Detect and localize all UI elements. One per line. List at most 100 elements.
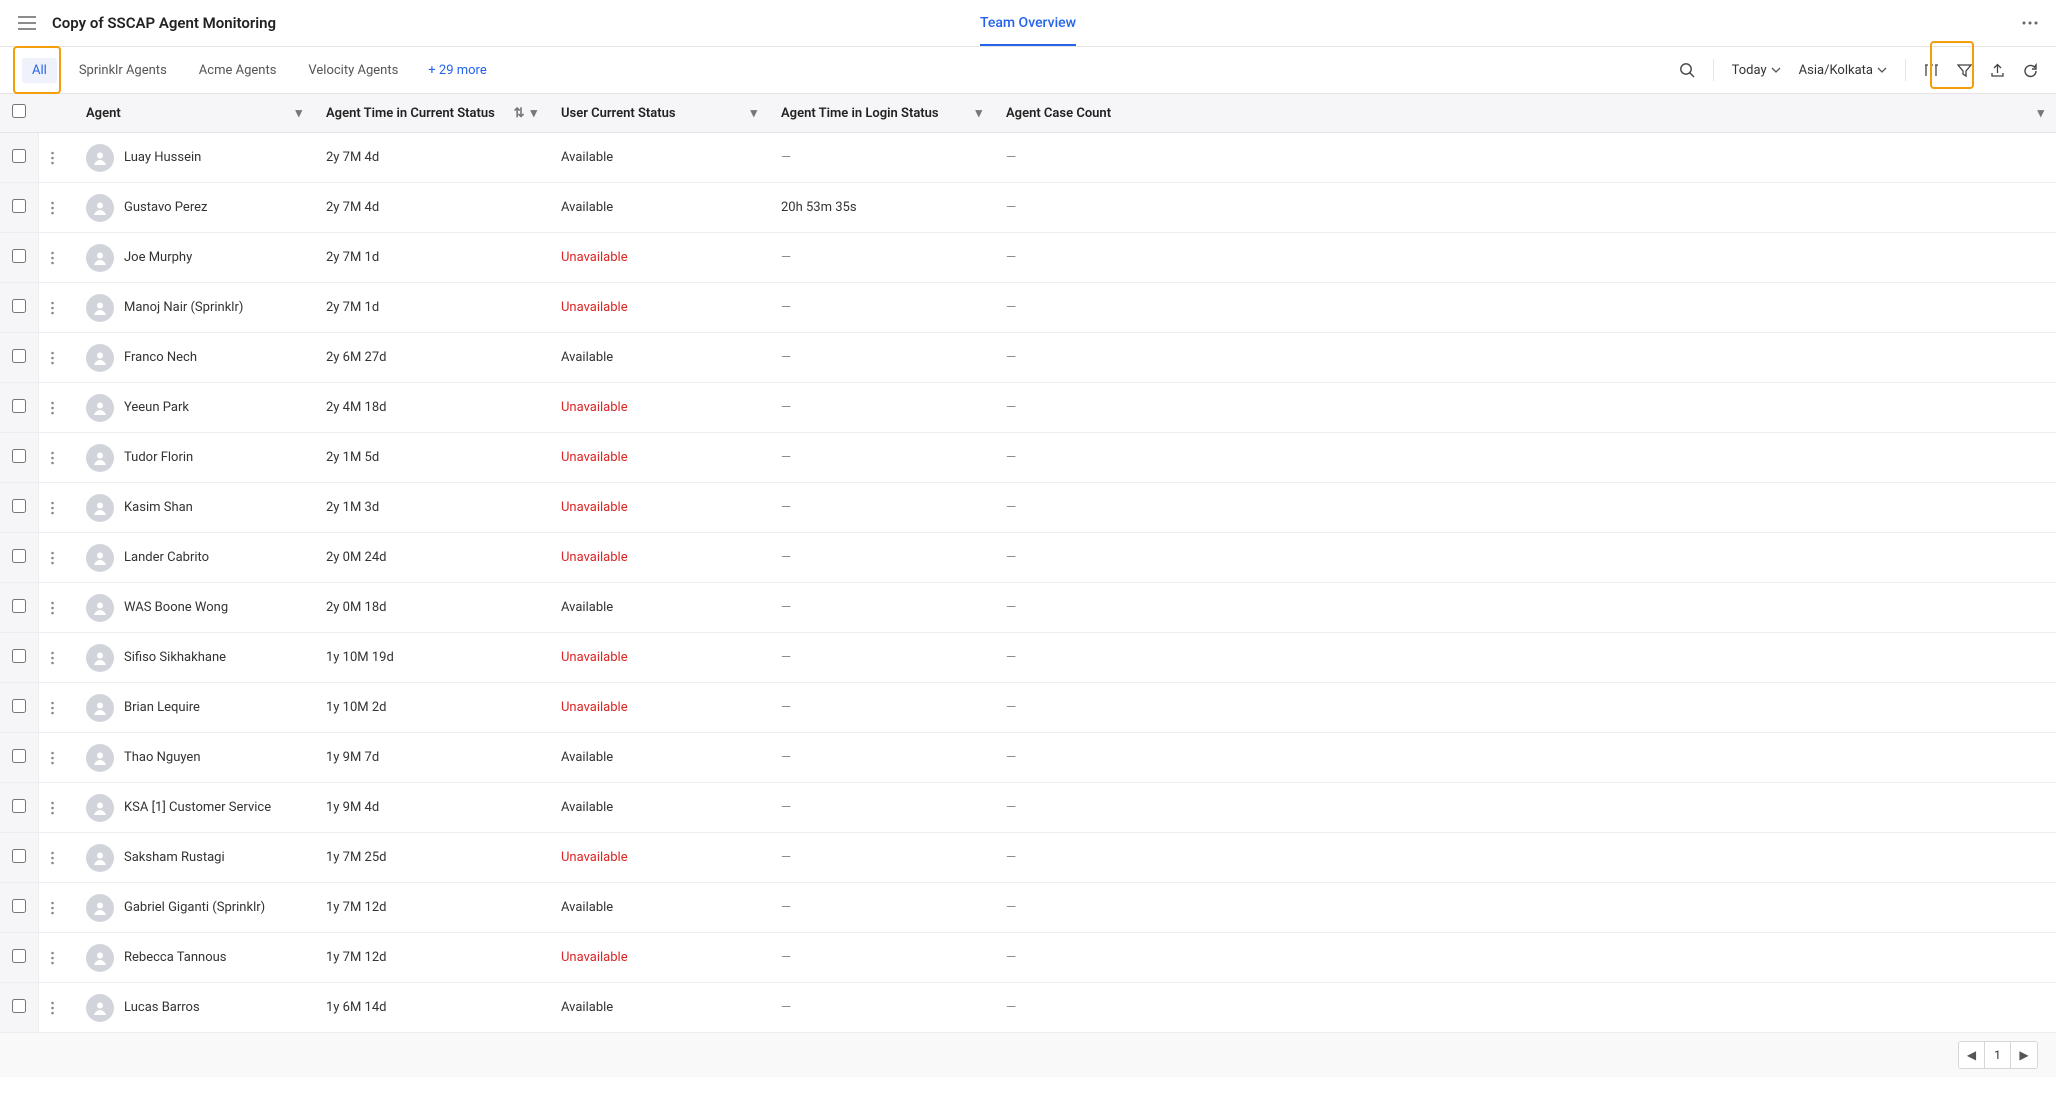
agent-name: Tudor Florin [124,450,193,465]
header-user-status[interactable]: User Current Status ▾ [549,94,769,133]
row-checkbox[interactable] [12,249,26,263]
header-login-status[interactable]: Agent Time in Login Status ▾ [769,94,994,133]
time-in-status: 2y 4M 18d [326,400,387,415]
header-actions [38,94,74,133]
row-actions-icon[interactable] [38,683,74,733]
row-actions-icon[interactable] [38,533,74,583]
export-icon[interactable] [1990,63,2005,78]
table-row[interactable]: Brian Lequire 1y 10M 2d Unavailable — — [0,683,2056,733]
header-agent[interactable]: Agent ▾ [74,94,314,133]
table-row[interactable]: Saksham Rustagi 1y 7M 25d Unavailable — … [0,833,2056,883]
row-checkbox[interactable] [12,349,26,363]
case-count: — [1006,700,1016,715]
table-row[interactable]: Thao Nguyen 1y 9M 7d Available — — [0,733,2056,783]
search-icon[interactable] [1679,62,1695,78]
more-menu-icon[interactable] [2022,21,2038,25]
filter-tab-velocity[interactable]: Velocity Agents [298,58,408,83]
row-checkbox[interactable] [12,399,26,413]
row-actions-icon[interactable] [38,433,74,483]
case-count: — [1006,800,1016,815]
table-row[interactable]: Luay Hussein 2y 7M 4d Available — — [0,133,2056,183]
filter-dropdown-icon[interactable]: ▾ [975,106,982,121]
filter-dropdown-icon[interactable]: ▾ [2037,106,2044,121]
agent-name: WAS Boone Wong [124,600,228,615]
header-case-count[interactable]: Agent Case Count ▾ [994,94,2056,133]
row-checkbox[interactable] [12,899,26,913]
table-row[interactable]: Sifiso Sikhakhane 1y 10M 19d Unavailable… [0,633,2056,683]
date-selector[interactable]: Today [1732,63,1781,78]
header-time-status[interactable]: Agent Time in Current Status ⇅▾ [314,94,549,133]
row-actions-icon[interactable] [38,183,74,233]
header-checkbox[interactable] [0,94,38,133]
row-checkbox[interactable] [12,499,26,513]
sort-icon[interactable]: ⇅ [514,106,525,121]
row-actions-icon[interactable] [38,283,74,333]
filter-dropdown-icon[interactable]: ▾ [530,106,537,121]
table-row[interactable]: Gabriel Giganti (Sprinklr) 1y 7M 12d Ava… [0,883,2056,933]
tab-team-overview[interactable]: Team Overview [980,1,1076,46]
row-actions-icon[interactable] [38,833,74,883]
time-in-status: 1y 10M 2d [326,700,387,715]
row-checkbox[interactable] [12,149,26,163]
row-actions-icon[interactable] [38,383,74,433]
columns-icon[interactable] [1924,63,1939,78]
filter-icon[interactable] [1957,63,1972,78]
avatar [86,694,114,722]
page-next-button[interactable]: ▶ [2011,1042,2037,1068]
filter-dropdown-icon[interactable]: ▾ [295,106,302,121]
row-checkbox[interactable] [12,649,26,663]
table-row[interactable]: Lucas Barros 1y 6M 14d Available — — [0,983,2056,1033]
row-checkbox[interactable] [12,599,26,613]
row-actions-icon[interactable] [38,633,74,683]
avatar [86,894,114,922]
filter-more-link[interactable]: + 29 more [420,63,486,78]
avatar [86,844,114,872]
row-checkbox[interactable] [12,799,26,813]
row-checkbox[interactable] [12,299,26,313]
table-row[interactable]: Manoj Nair (Sprinklr) 2y 7M 1d Unavailab… [0,283,2056,333]
time-in-status: 1y 10M 19d [326,650,394,665]
row-actions-icon[interactable] [38,733,74,783]
timezone-selector[interactable]: Asia/Kolkata [1799,63,1887,78]
table-row[interactable]: KSA [1] Customer Service 1y 9M 4d Availa… [0,783,2056,833]
table-row[interactable]: Rebecca Tannous 1y 7M 12d Unavailable — … [0,933,2056,983]
row-actions-icon[interactable] [38,333,74,383]
row-actions-icon[interactable] [38,133,74,183]
row-actions-icon[interactable] [38,883,74,933]
row-checkbox[interactable] [12,199,26,213]
table-row[interactable]: Lander Cabrito 2y 0M 24d Unavailable — — [0,533,2056,583]
table-row[interactable]: Joe Murphy 2y 7M 1d Unavailable — — [0,233,2056,283]
table-row[interactable]: Yeeun Park 2y 4M 18d Unavailable — — [0,383,2056,433]
row-checkbox[interactable] [12,849,26,863]
row-actions-icon[interactable] [38,783,74,833]
filter-tab-acme[interactable]: Acme Agents [189,58,287,83]
row-checkbox[interactable] [12,449,26,463]
row-checkbox[interactable] [12,749,26,763]
table-row[interactable]: Tudor Florin 2y 1M 5d Unavailable — — [0,433,2056,483]
row-actions-icon[interactable] [38,483,74,533]
row-checkbox[interactable] [12,699,26,713]
filter-tab-sprinklr[interactable]: Sprinklr Agents [69,58,177,83]
pagination: ◀ 1 ▶ [1958,1041,2038,1069]
table-row[interactable]: Gustavo Perez 2y 7M 4d Available 20h 53m… [0,183,2056,233]
table-row[interactable]: Franco Nech 2y 6M 27d Available — — [0,333,2056,383]
refresh-icon[interactable] [2023,63,2038,78]
filter-dropdown-icon[interactable]: ▾ [750,106,757,121]
row-actions-icon[interactable] [38,233,74,283]
table-row[interactable]: WAS Boone Wong 2y 0M 18d Available — — [0,583,2056,633]
row-checkbox[interactable] [12,999,26,1013]
row-actions-icon[interactable] [38,583,74,633]
select-all-checkbox[interactable] [12,104,26,118]
hamburger-icon[interactable] [18,16,36,30]
agent-name: Lucas Barros [124,1000,200,1015]
row-checkbox[interactable] [12,949,26,963]
row-actions-icon[interactable] [38,933,74,983]
user-status: Unavailable [561,950,628,965]
filter-tab-all[interactable]: All [22,58,57,83]
page-number: 1 [1985,1042,2011,1068]
row-checkbox[interactable] [12,549,26,563]
avatar [86,944,114,972]
page-prev-button[interactable]: ◀ [1959,1042,1985,1068]
row-actions-icon[interactable] [38,983,74,1033]
table-row[interactable]: Kasim Shan 2y 1M 3d Unavailable — — [0,483,2056,533]
